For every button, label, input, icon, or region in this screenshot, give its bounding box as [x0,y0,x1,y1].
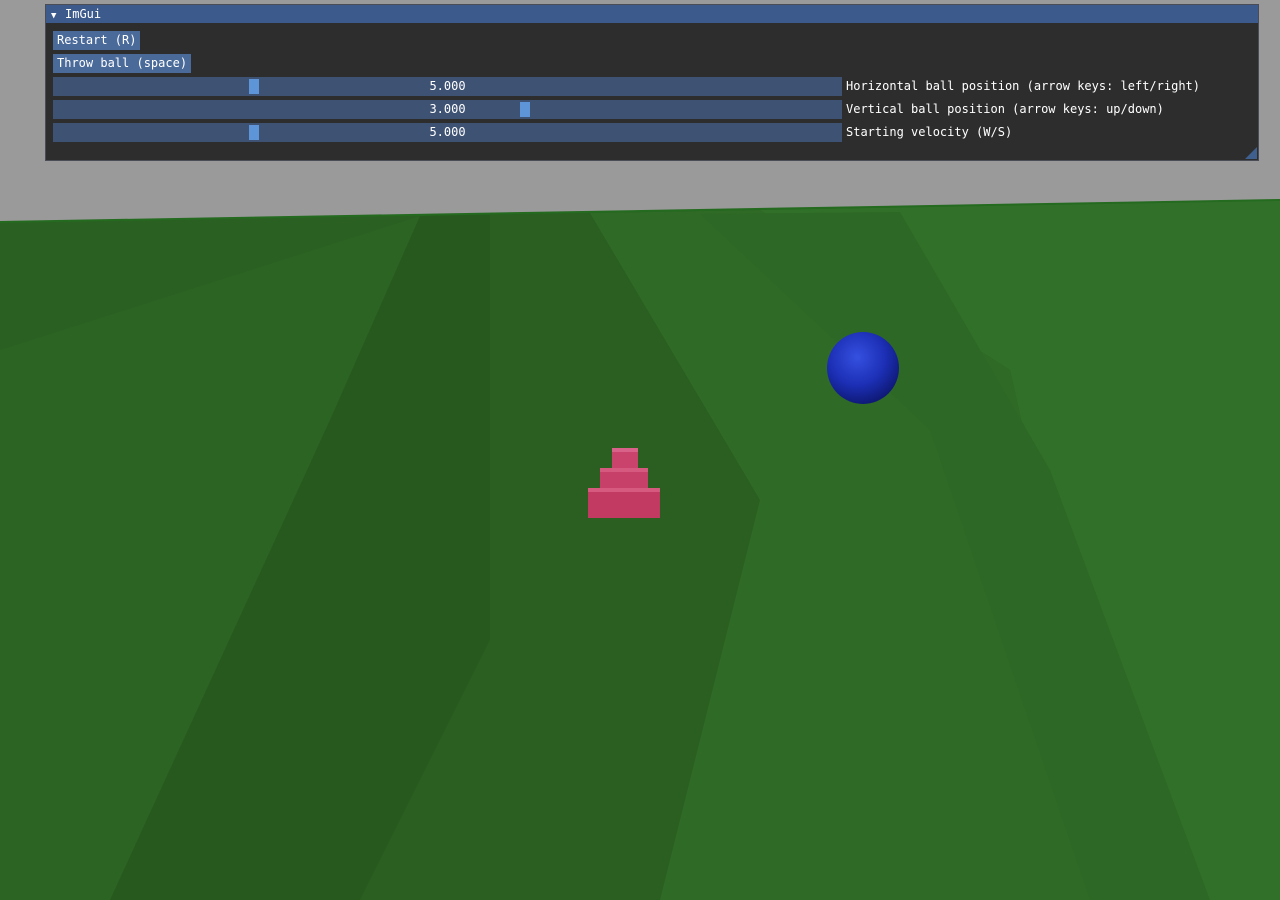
horizontal-position-slider[interactable]: 5.000 [53,77,842,96]
slider-value: 5.000 [429,79,466,93]
throw-ball-button[interactable]: Throw ball (space) [53,54,192,73]
restart-button[interactable]: Restart (R) [53,31,141,50]
imgui-window[interactable]: ▼ ImGui Restart (R) Throw ball (space) 5.… [45,4,1259,161]
collapse-arrow-icon[interactable]: ▼ [51,7,61,25]
slider-label: Starting velocity (W/S) [846,125,1013,139]
ball [827,332,899,404]
slider-grab[interactable] [249,79,259,94]
vertical-position-slider-row: 3.000 Vertical ball position (arrow keys… [53,100,1243,119]
starting-velocity-slider[interactable]: 5.000 [53,123,842,142]
vertical-position-slider[interactable]: 3.000 [53,100,842,119]
horizontal-position-slider-row: 5.000 Horizontal ball position (arrow ke… [53,77,1243,96]
window-titlebar[interactable]: ▼ ImGui [46,5,1258,23]
slider-grab[interactable] [520,102,530,117]
slider-label: Vertical ball position (arrow keys: up/d… [846,102,1164,116]
window-title: ImGui [65,7,102,21]
resize-grip-icon[interactable] [1245,147,1257,159]
slider-value: 5.000 [429,125,466,139]
slider-value: 3.000 [429,102,466,116]
game-viewport[interactable]: ▼ ImGui Restart (R) Throw ball (space) 5.… [0,0,1280,900]
slider-grab[interactable] [249,125,259,140]
velocity-slider-row: 5.000 Starting velocity (W/S) [53,123,1243,142]
slider-label: Horizontal ball position (arrow keys: le… [846,79,1201,93]
